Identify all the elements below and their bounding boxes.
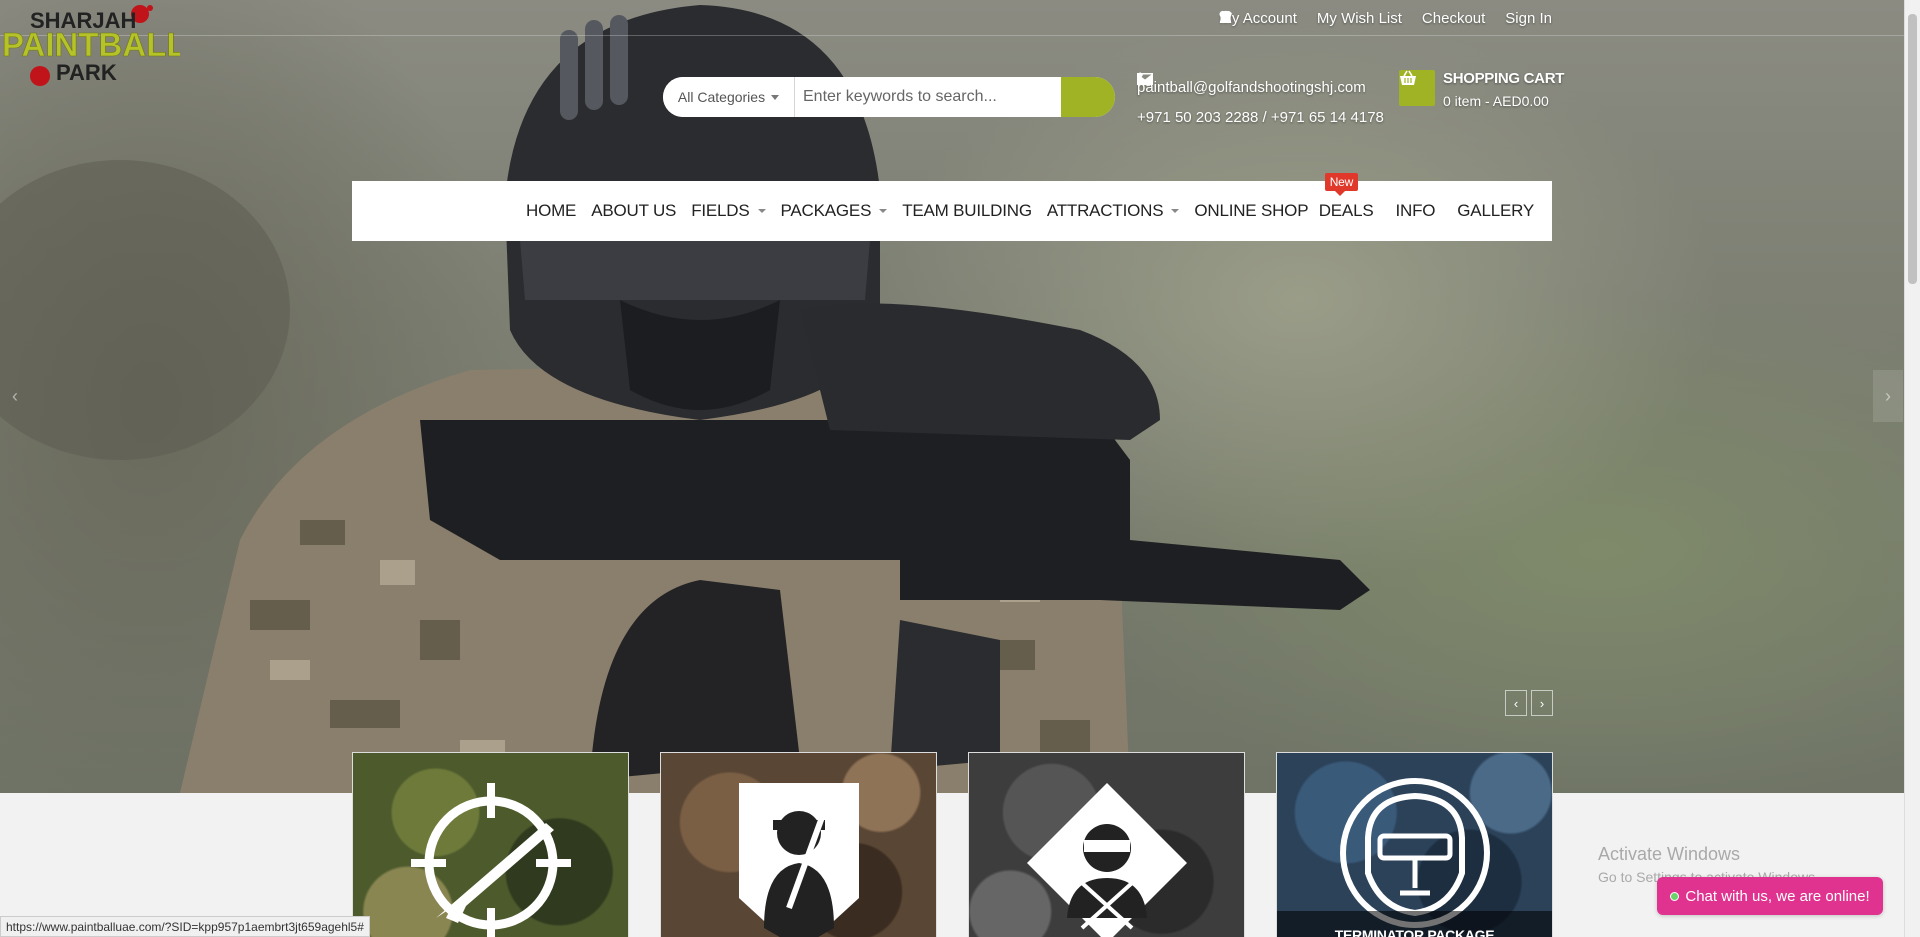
nav-deals-label: DEALS [1318,201,1374,220]
slider-next-arrow[interactable]: › [1873,370,1903,422]
nav-attractions[interactable]: ATTRACTIONS [1047,201,1180,221]
contact-info: paintball@golfandshootingshj.com +971 50… [1137,72,1384,132]
search-button[interactable] [663,77,1115,117]
wish-list-label: My Wish List [1316,10,1402,27]
nav-packages-label: PACKAGES [780,201,872,220]
contact-email[interactable]: paintball@golfandshootingshj.com [1137,72,1384,102]
shopping-cart[interactable]: SHOPPING CART 0 item - AED0.00 [1399,70,1564,109]
new-badge: New [1324,173,1359,196]
nav-deals[interactable]: New DEALS [1318,173,1374,221]
nav-online-shop[interactable]: ONLINE SHOP [1194,201,1308,221]
chevron-left-icon: ‹ [12,385,18,406]
nav-gallery-label: GALLERY [1457,201,1534,220]
crosshair-rifle-icon [410,783,571,937]
logo-line3: PARK [56,60,117,85]
basket-icon [1399,70,1435,106]
nav-info-label: INFO [1395,201,1436,220]
wish-list-link[interactable]: My Wish List [1219,10,1402,27]
sign-in-link[interactable]: Sign In [1221,10,1552,27]
nav-team-building[interactable]: TEAM BUILDING [902,201,1032,221]
logo-line2: PAINTBALL [2,26,180,63]
package-tile[interactable] [352,752,629,937]
package-tile[interactable] [968,752,1245,937]
scrollbar-thumb[interactable] [1908,14,1917,284]
main-nav: HOME ABOUT US FIELDS PACKAGES TEAM BUILD… [352,173,1552,241]
package-tile[interactable]: TERMINATOR PACKAGE [1276,752,1553,937]
nav-fields-label: FIELDS [691,201,750,220]
nav-about-us[interactable]: ABOUT US [591,201,676,221]
pager-prev-icon: ‹ [1513,695,1519,711]
slider-prev-arrow[interactable]: ‹ [0,370,30,422]
nav-team-building-label: TEAM BUILDING [902,201,1032,220]
package-tiles: TERMINATOR PACKAGE [352,752,1553,937]
category-select[interactable]: All Categories [663,77,795,117]
phone-text: +971 50 203 2288 / +971 65 14 4178 [1137,108,1384,126]
search-input[interactable] [795,77,1061,117]
browser-status-url: https://www.paintballuae.com/?SID=kpp957… [0,916,370,937]
account-links: My Account My Wish List Checkout Sign In [1219,10,1552,27]
nav-home-label: HOME [526,201,577,220]
nav-gallery[interactable]: GALLERY [1457,201,1534,221]
tile-caption: TERMINATOR PACKAGE [1277,911,1552,937]
nav-about-us-label: ABOUT US [591,201,677,220]
cart-title: SHOPPING CART [1443,70,1565,87]
chevron-right-icon: › [1885,385,1891,406]
pager-next-button[interactable]: › [1531,690,1553,716]
live-chat-button[interactable]: Chat with us, we are online! [1657,877,1883,915]
nav-packages[interactable]: PACKAGES [781,201,888,221]
hero-image [0,5,1370,793]
online-status-icon [1670,891,1680,901]
cart-summary: 0 item - AED0.00 [1443,93,1549,109]
pager-next-icon: › [1539,695,1545,711]
nav-left: HOME ABOUT US FIELDS PACKAGES TEAM BUILD… [526,181,1309,241]
nav-attractions-label: ATTRACTIONS [1046,201,1164,220]
contact-phone: +971 50 203 2288 / +971 65 14 4178 [1137,72,1384,132]
site-logo[interactable]: SHARJAH PAINTBALL PARK [0,0,180,90]
category-select-label: All Categories [677,89,766,105]
soldier-shield-icon [738,783,859,937]
checkout-link[interactable]: Checkout [1220,10,1486,27]
hero-slider: My Account My Wish List Checkout Sign In [0,0,1904,793]
phone-icon [1138,72,1152,86]
chevron-down-icon [757,209,766,213]
commando-diamond-icon [1026,783,1187,937]
nav-right: New DEALS INFO GALLERY [1318,173,1534,241]
search-bar: All Categories [663,77,1115,117]
nav-online-shop-label: ONLINE SHOP [1194,201,1309,220]
page: My Account My Wish List Checkout Sign In [0,0,1920,937]
nav-info[interactable]: INFO [1395,201,1435,221]
pager-prev-button[interactable]: ‹ [1505,690,1527,716]
nav-fields[interactable]: FIELDS [691,201,766,221]
watermark-title: Activate Windows [1598,844,1741,864]
chat-label: Chat with us, we are online! [1685,887,1870,905]
lock-icon [1221,10,1230,23]
top-bar: My Account My Wish List Checkout Sign In [0,0,1904,36]
checkout-label: Checkout [1421,10,1486,27]
package-tile[interactable] [660,752,937,937]
chevron-down-icon [1171,209,1180,213]
sign-in-label: Sign In [1505,10,1552,27]
search-icon [663,77,677,91]
email-text: paintball@golfandshootingshj.com [1137,78,1366,96]
terminator-helmet-icon [1339,778,1490,928]
page-scrollbar[interactable] [1904,0,1920,937]
caret-down-icon [771,94,780,100]
chevron-down-icon [879,209,888,213]
nav-home[interactable]: HOME [526,201,576,221]
